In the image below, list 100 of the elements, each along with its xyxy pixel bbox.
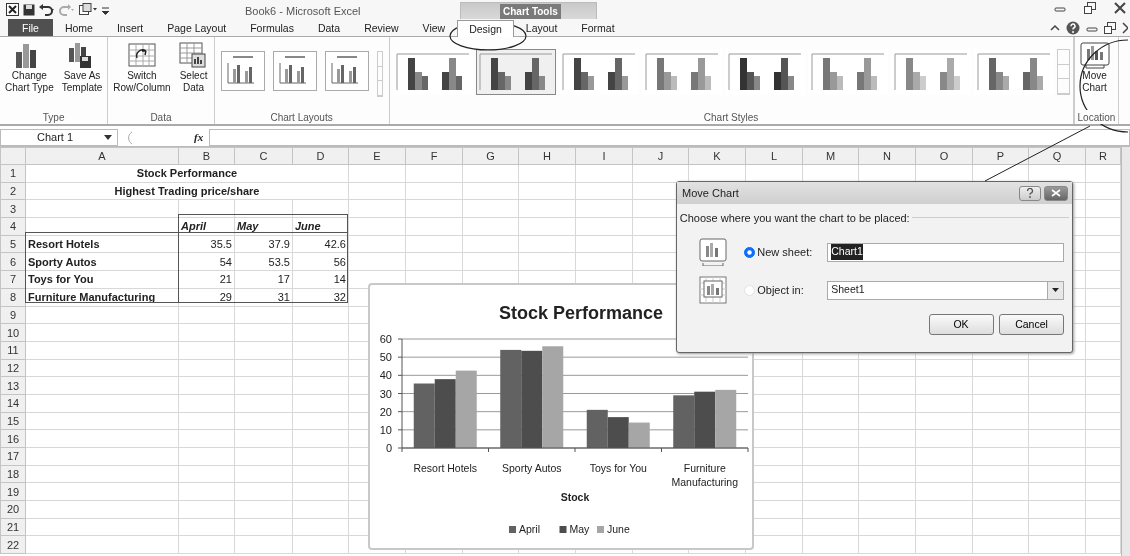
collapse-ribbon-icon[interactable]	[1050, 23, 1060, 33]
ribbon-button[interactable]: Select Data	[176, 41, 211, 95]
chart-bar	[715, 389, 737, 448]
bar-chart-icon	[644, 52, 719, 92]
column-header[interactable]: K	[688, 147, 746, 165]
sheet-cell: 56	[292, 252, 349, 271]
ribbon-tab[interactable]: Format	[569, 19, 627, 36]
option-label: Object in:	[757, 282, 805, 298]
save-icon[interactable]	[23, 3, 35, 16]
sheet-cell: Highest Trading price/share	[25, 182, 349, 200]
column-header[interactable]: E	[348, 147, 406, 165]
app-icon[interactable]	[6, 3, 19, 16]
embedded-chart-icon	[699, 276, 727, 304]
dialog-prompt: Choose where you want the chart to be placed:	[679, 210, 910, 226]
sheet-dropdown[interactable]: Sheet1	[827, 280, 1064, 300]
bar-chart-icon	[810, 52, 885, 92]
y-axis-label: 30	[379, 387, 392, 400]
chart-area[interactable]: Stock Performance 0 10 20 30 40 50 60 Resort Hotels Sporty Autos Toys for You Furniture Manufacturing Stock April May June	[368, 283, 754, 550]
chart-layout-option[interactable]	[324, 51, 369, 91]
help-icon[interactable]	[1066, 21, 1080, 35]
bar-chart-icon	[893, 52, 968, 92]
help-button[interactable]	[1019, 185, 1042, 201]
ribbon-tab[interactable]: Home	[52, 19, 105, 36]
chart-style-option[interactable]	[475, 49, 556, 95]
sheet-cell: Stock Performance	[25, 164, 349, 183]
column-header[interactable]: L	[745, 147, 803, 165]
sheet-cell: 21	[178, 270, 235, 289]
sheet-cell: 17	[234, 270, 293, 289]
ribbon-tab[interactable]: Page Layout	[155, 19, 239, 36]
sheet-cell: 54	[178, 252, 235, 271]
column-header[interactable]: O	[915, 147, 973, 165]
legend-label: April	[519, 523, 540, 535]
dialog-button[interactable]: OK	[928, 314, 994, 335]
column-header[interactable]: J	[632, 147, 689, 165]
gallery-scrollbar[interactable]	[376, 51, 383, 97]
close-icon[interactable]	[1114, 2, 1126, 14]
restore-icon[interactable]	[1104, 22, 1116, 34]
ribbon-tab[interactable]: Data	[305, 19, 353, 36]
chart-layout-option[interactable]	[272, 51, 317, 91]
ribbon-button[interactable]: Save As Template	[59, 41, 105, 95]
category-label: Toys for You	[589, 462, 647, 474]
column-header[interactable]: C	[234, 147, 293, 165]
dialog-button[interactable]: Cancel	[999, 314, 1064, 335]
radio-button[interactable]	[743, 246, 755, 258]
formula-field[interactable]	[209, 129, 1130, 146]
chart-layout-option[interactable]	[220, 51, 265, 91]
ribbon-tab[interactable]: Formulas	[238, 19, 306, 36]
chart-bar	[628, 422, 650, 448]
gallery-scrollbar[interactable]	[1056, 49, 1070, 95]
column-header[interactable]: B	[178, 147, 235, 165]
vertical-scrollbar[interactable]	[1121, 147, 1130, 556]
dialog-title: Move Chart	[682, 185, 740, 201]
close-icon[interactable]	[1122, 22, 1128, 34]
ribbon-icon	[126, 42, 157, 70]
ribbon-button[interactable]: Switch Row/Column	[111, 41, 173, 95]
column-header[interactable]: G	[462, 147, 519, 165]
sheet-name-field[interactable]: Chart1	[827, 242, 1064, 262]
ribbon-tab[interactable]: File	[8, 19, 53, 36]
sheet-cell: 53.5	[234, 252, 293, 271]
ribbon-tab[interactable]: Insert	[104, 19, 156, 36]
ribbon-tab[interactable]: Review	[352, 19, 411, 36]
option-label: New sheet:	[757, 244, 814, 260]
ribbon-button[interactable]: Move Chart	[1077, 41, 1112, 95]
column-header[interactable]: H	[518, 147, 576, 165]
ribbon-tab[interactable]: View	[410, 19, 458, 36]
column-header[interactable]: I	[575, 147, 633, 165]
bar-chart-icon	[561, 52, 636, 92]
column-header[interactable]: A	[25, 147, 179, 165]
column-header[interactable]: F	[405, 147, 463, 165]
sheet-cell: May	[234, 217, 293, 236]
ribbon-button[interactable]: Change Chart Type	[3, 41, 56, 95]
dropdown-button[interactable]	[1047, 281, 1063, 299]
restore-icon[interactable]	[1084, 2, 1096, 14]
column-header[interactable]: R	[1085, 147, 1121, 165]
sheet-cell: 37.9	[234, 235, 293, 253]
y-axis-label: 50	[379, 351, 392, 364]
chart-bar	[586, 409, 608, 448]
column-header[interactable]: M	[802, 147, 859, 165]
contextual-tab-label: Chart Tools	[500, 4, 561, 19]
column-header[interactable]: Q	[1028, 147, 1086, 165]
undo-icon[interactable]	[39, 3, 55, 16]
sheet-cell: 35.5	[178, 235, 235, 253]
column-header[interactable]: P	[972, 147, 1029, 165]
name-box[interactable]: Chart 1	[0, 129, 118, 146]
close-icon	[1051, 189, 1061, 197]
insert-function-button[interactable]: fx	[194, 129, 204, 146]
group-label: Location	[1077, 110, 1116, 124]
y-axis-label: 20	[379, 405, 392, 418]
sheet-cell: June	[292, 217, 349, 236]
chart-sheet-icon	[699, 238, 727, 266]
column-header[interactable]: D	[292, 147, 349, 165]
ribbon-tab[interactable]: Layout	[513, 19, 570, 36]
close-button[interactable]	[1044, 185, 1068, 201]
y-axis-label: 40	[379, 369, 392, 382]
caret-icon[interactable]	[104, 134, 112, 141]
chart-icon[interactable]	[79, 3, 97, 16]
category-label: Resort Hotels	[413, 462, 478, 474]
column-header[interactable]: N	[858, 147, 916, 165]
axis-title: Stock	[560, 491, 590, 503]
ribbon-tab[interactable]: Design	[457, 20, 514, 37]
